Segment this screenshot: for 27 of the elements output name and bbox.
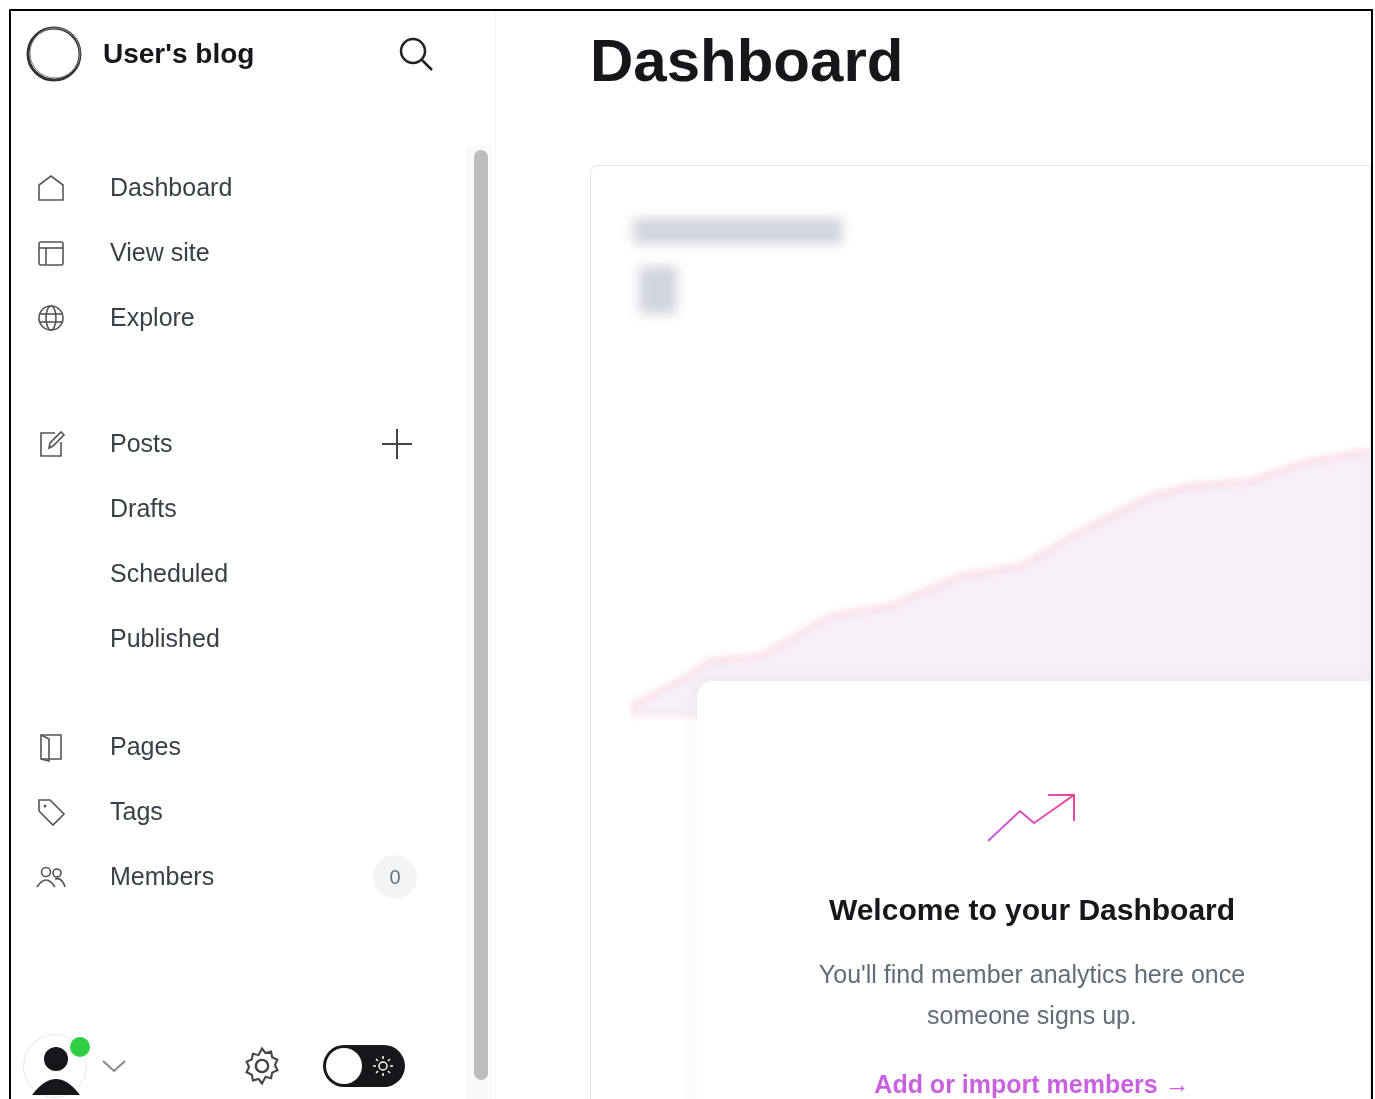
nav-item[interactable]: Dashboard	[35, 155, 417, 220]
nav-item[interactable]: Scheduled	[35, 541, 417, 606]
sun-icon	[372, 1055, 394, 1077]
chevron-down-icon[interactable]	[101, 1058, 127, 1074]
page-title: Dashboard	[590, 26, 905, 96]
logo-circle-icon	[25, 25, 83, 83]
nav-item[interactable]: Drafts	[35, 476, 417, 541]
welcome-heading: Welcome to your Dashboard	[828, 892, 1236, 928]
nav-item[interactable]: View site	[35, 220, 417, 285]
count-badge: 0	[373, 854, 417, 899]
nav-item[interactable]: Published	[35, 606, 417, 671]
add-post-button[interactable]	[381, 427, 413, 460]
welcome-text: You'll find member analytics here once someone signs up.	[817, 959, 1247, 1031]
search-icon	[397, 35, 435, 73]
blog-title: User's blog	[103, 37, 255, 71]
nav-item[interactable]: Members 0	[35, 844, 417, 909]
scrollbar-thumb[interactable]	[473, 150, 488, 1080]
nav-item[interactable]: Explore	[35, 285, 417, 350]
nav-item[interactable]: Pages	[35, 714, 417, 779]
user-avatar[interactable]	[23, 1034, 87, 1098]
theme-toggle[interactable]	[323, 1045, 405, 1087]
nav-item[interactable]: Tags	[35, 779, 417, 844]
search-button[interactable]	[397, 35, 435, 73]
blurred-number	[639, 266, 677, 314]
nav-item[interactable]: Posts	[35, 411, 417, 476]
trending-up-icon	[986, 791, 1078, 843]
plus-icon	[381, 427, 413, 460]
